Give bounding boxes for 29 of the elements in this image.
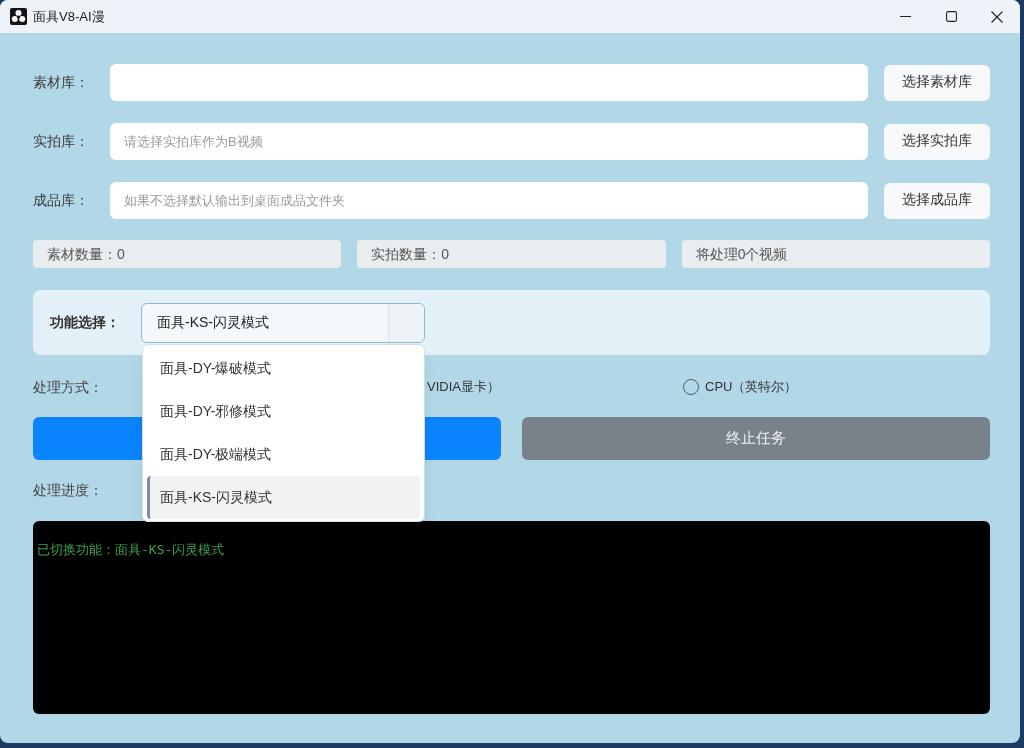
- function-label: 功能选择：: [50, 313, 121, 332]
- mode-label: 处理方式：: [33, 377, 103, 397]
- dropdown-item[interactable]: 面具-KS-闪灵模式: [147, 475, 420, 519]
- stat-label: 实拍数量：0: [357, 240, 666, 268]
- stat-label: 将处理0个视频: [681, 240, 990, 268]
- input-field[interactable]: 请选择实拍库作为B视频: [110, 123, 868, 160]
- select-folder-button[interactable]: 选择素材库: [884, 64, 990, 101]
- log-line: 已切换功能：面具-KS-闪灵模式: [37, 541, 225, 559]
- dropdown-item[interactable]: 面具-DY-极端模式: [147, 432, 420, 476]
- function-select[interactable]: 面具-KS-闪灵模式: [141, 302, 425, 343]
- path-label: 成品库：: [33, 191, 90, 210]
- close-icon: [991, 10, 1003, 23]
- minimize-icon: [899, 16, 911, 17]
- radio-label[interactable]: VIDIA显卡）: [427, 377, 500, 397]
- select-folder-button[interactable]: 选择成品库: [884, 182, 990, 219]
- maximize-icon: [945, 11, 957, 22]
- input-field[interactable]: [110, 64, 868, 101]
- dropdown-item[interactable]: 面具-DY-爆破模式: [147, 346, 420, 390]
- path-label: 实拍库：: [33, 132, 90, 151]
- input-field[interactable]: 如果不选择默认输出到桌面成品文件夹: [110, 182, 868, 219]
- app-icon: [10, 8, 27, 25]
- stat-label: 素材数量：0: [33, 240, 342, 268]
- progress-label: 处理进度：: [33, 481, 103, 500]
- path-label: 素材库：: [33, 73, 90, 92]
- stop-button[interactable]: 终止任务: [522, 417, 990, 460]
- window-title: 面具V8-AI漫: [33, 7, 105, 26]
- radio-option[interactable]: CPU（英特尔）: [683, 377, 798, 397]
- dropdown-item[interactable]: 面具-DY-邪修模式: [147, 389, 420, 433]
- select-folder-button[interactable]: 选择实拍库: [884, 123, 990, 160]
